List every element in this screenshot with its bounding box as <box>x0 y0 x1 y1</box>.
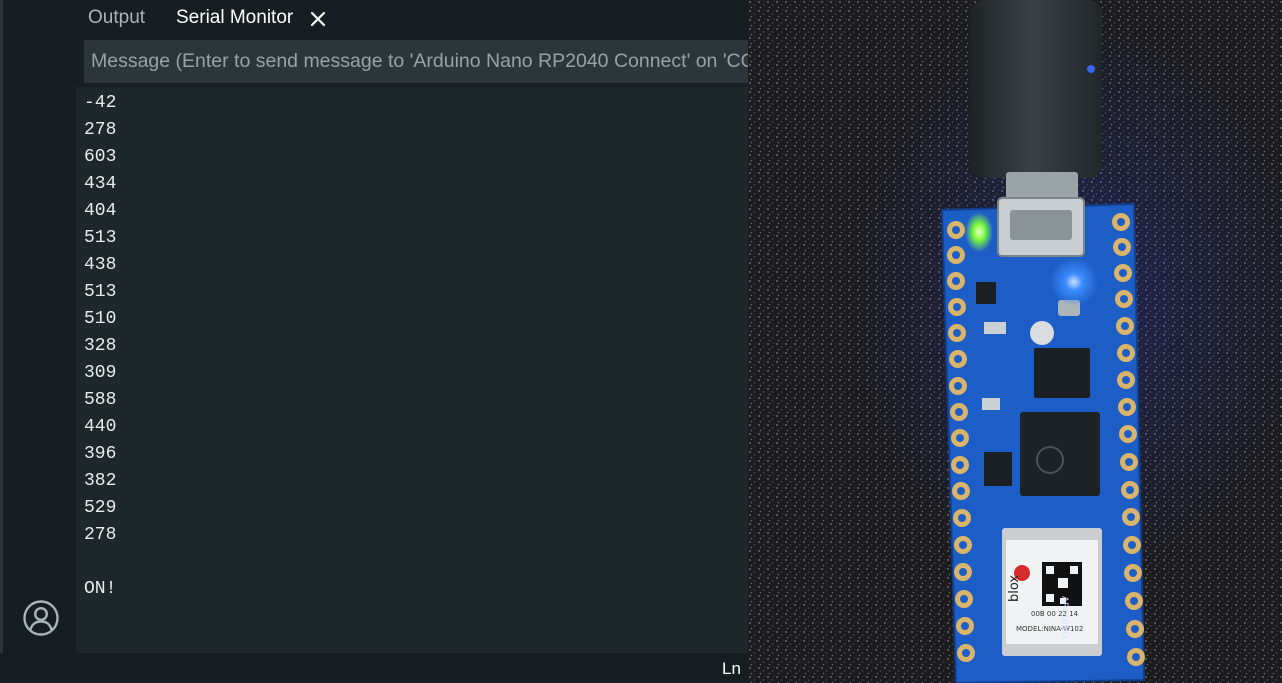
serial-output-line: 529 <box>84 498 117 518</box>
nina-module: blox 00B 00 22 14 MODEL:NINA-W102 <box>1002 528 1102 656</box>
close-icon <box>310 11 326 27</box>
status-line-number[interactable]: Ln <box>722 659 741 679</box>
serial-output-line: 382 <box>84 471 117 491</box>
serial-output-line: 438 <box>84 255 117 275</box>
board-label: ARDUINO <box>1059 596 1069 638</box>
board-photo: blox 00B 00 22 14 MODEL:NINA-W102 ARDUIN… <box>748 0 1282 683</box>
serial-output-line: 404 <box>84 201 117 221</box>
message-input[interactable] <box>84 40 748 83</box>
ide-panel: Output Serial Monitor -42 278 603 434 404 513… <box>0 0 748 683</box>
serial-output-line: 278 <box>84 120 117 140</box>
serial-output-line: 440 <box>84 417 117 437</box>
serial-output-line: 434 <box>84 174 117 194</box>
serial-output-panel[interactable]: -42 278 603 434 404 513 438 513 510 328 309 588 440 3… <box>76 87 748 653</box>
serial-output-line: 309 <box>84 363 117 383</box>
tab-output[interactable]: Output <box>88 0 145 38</box>
serial-output-lines: -42 278 603 434 404 513 438 513 510 328 309 588 440 3… <box>84 90 116 603</box>
usb-cable <box>970 0 1102 202</box>
module-model: MODEL:NINA-W102 <box>1016 625 1083 633</box>
serial-output-line <box>84 549 116 576</box>
serial-output-line: 278 <box>84 525 117 545</box>
status-led <box>1050 258 1098 306</box>
serial-output-line: 513 <box>84 282 117 302</box>
serial-output-line: -42 <box>84 93 117 113</box>
status-bar: Ln <box>0 653 748 683</box>
module-code: 00B 00 22 14 <box>1031 610 1079 618</box>
serial-output-line: ON! <box>84 579 117 599</box>
account-icon <box>23 600 59 636</box>
arduino-board: blox 00B 00 22 14 MODEL:NINA-W102 ARDUIN… <box>940 197 1146 683</box>
close-serial-monitor-button[interactable] <box>308 9 328 29</box>
tab-serial-monitor[interactable]: Serial Monitor <box>176 0 293 38</box>
activity-bar <box>3 0 76 683</box>
serial-output-line: 510 <box>84 309 117 329</box>
power-led <box>965 212 993 252</box>
message-bar <box>84 40 748 83</box>
account-button[interactable] <box>22 599 60 637</box>
arduino-nano-rp2040-photo: blox 00B 00 22 14 MODEL:NINA-W102 ARDUIN… <box>748 0 1282 683</box>
panel-tabs: Output Serial Monitor <box>76 0 748 38</box>
serial-output-line: 396 <box>84 444 117 464</box>
serial-output-line: 328 <box>84 336 117 356</box>
serial-output-line: 513 <box>84 228 117 248</box>
serial-output-line: 588 <box>84 390 117 410</box>
serial-output-line: 603 <box>84 147 117 167</box>
module-brand: blox <box>1007 575 1022 602</box>
